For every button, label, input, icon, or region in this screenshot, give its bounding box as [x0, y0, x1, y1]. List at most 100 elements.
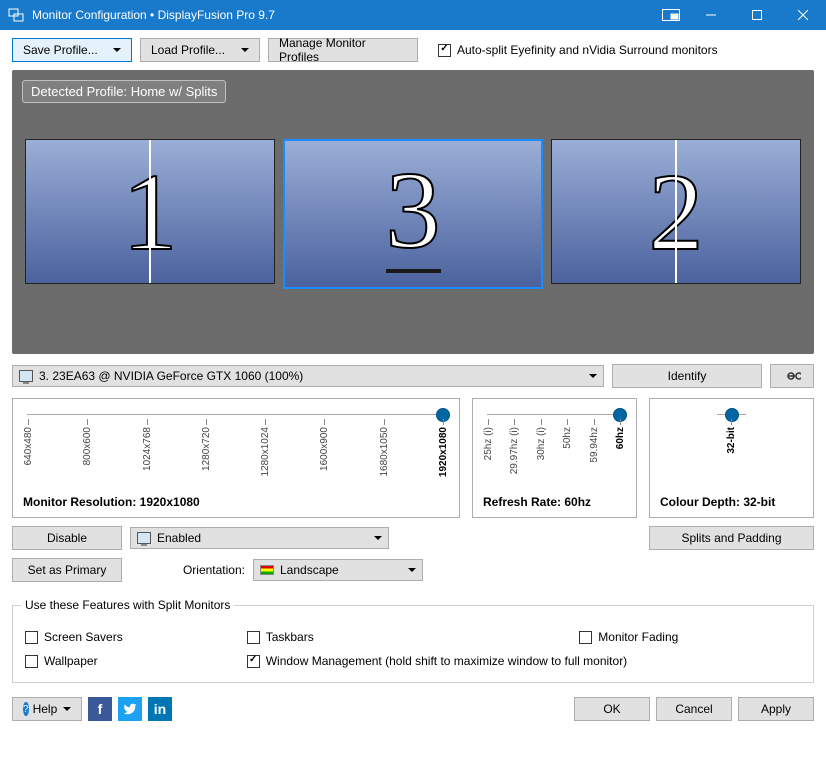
ok-button[interactable]: OK: [574, 697, 650, 721]
help-button[interactable]: ? Help: [12, 697, 82, 721]
checkbox-icon: [247, 631, 260, 644]
caret-down-icon: [63, 707, 71, 711]
settings-panels: 640x480 800x600 1024x768 1280x720 1280x1024 1…: [12, 398, 814, 518]
monitor-icon: [137, 532, 151, 544]
split-features-legend: Use these Features with Split Monitors: [21, 598, 234, 612]
slider-tick[interactable]: 59.94hz: [589, 419, 600, 489]
app-icon: [8, 7, 24, 23]
bottom-bar: ? Help f in OK Cancel Apply: [12, 697, 814, 721]
screen-savers-label: Screen Savers: [44, 630, 123, 644]
split-line: [675, 140, 677, 283]
split-line: [149, 140, 151, 283]
window-management-checkbox[interactable]: Window Management (hold shift to maximiz…: [247, 654, 801, 668]
pip-icon[interactable]: [654, 0, 688, 30]
close-button[interactable]: [780, 0, 826, 30]
enabled-value: Enabled: [157, 531, 368, 545]
slider-tick[interactable]: 25hz (i): [483, 419, 494, 489]
ok-label: OK: [603, 702, 620, 716]
caret-down-icon: [374, 536, 382, 540]
help-label: Help: [33, 702, 58, 716]
resolution-slider[interactable]: 640x480 800x600 1024x768 1280x720 1280x1024 1…: [23, 409, 449, 489]
disable-label: Disable: [47, 531, 87, 545]
refresh-panel: 25hz (i) 29.97hz (i) 30hz (i) 50hz 59.94hz 60…: [472, 398, 637, 518]
monitor-select[interactable]: 3. 23EA63 @ NVIDIA GeForce GTX 1060 (100…: [12, 365, 604, 387]
color-slider[interactable]: 32-bit: [660, 409, 803, 489]
autosplit-label: Auto-split Eyefinity and nVidia Surround…: [457, 43, 718, 57]
wallpaper-checkbox[interactable]: Wallpaper: [25, 654, 247, 668]
monitor-2[interactable]: 2: [551, 139, 801, 284]
orientation-value: Landscape: [280, 563, 402, 577]
monitor-select-row: 3. 23EA63 @ NVIDIA GeForce GTX 1060 (100…: [12, 364, 814, 388]
detected-profile-chip: Detected Profile: Home w/ Splits: [22, 80, 226, 103]
apply-label: Apply: [761, 702, 791, 716]
taskbars-checkbox[interactable]: Taskbars: [247, 630, 580, 644]
caret-down-icon: [408, 568, 416, 572]
slider-tick[interactable]: 50hz: [562, 419, 573, 489]
save-profile-button[interactable]: Save Profile...: [12, 38, 132, 62]
apply-button[interactable]: Apply: [738, 697, 814, 721]
checkbox-icon: [247, 655, 260, 668]
orientation-row: Set as Primary Orientation: Landscape: [12, 558, 814, 582]
screen-savers-checkbox[interactable]: Screen Savers: [25, 630, 247, 644]
load-profile-button[interactable]: Load Profile...: [140, 38, 260, 62]
monitor-3[interactable]: 3: [283, 139, 543, 289]
cancel-label: Cancel: [675, 702, 712, 716]
slider-tick[interactable]: 1280x1024: [260, 419, 271, 489]
splits-padding-button[interactable]: Splits and Padding: [649, 526, 814, 550]
window-management-label: Window Management (hold shift to maximiz…: [266, 654, 627, 668]
monitor-icon: [19, 370, 33, 382]
enabled-select[interactable]: Enabled: [130, 527, 389, 549]
refresh-label: Refresh Rate: 60hz: [483, 495, 626, 509]
monitor-fading-checkbox[interactable]: Monitor Fading: [579, 630, 801, 644]
monitor-layout-area: Detected Profile: Home w/ Splits 1 3 2: [12, 70, 814, 354]
disable-button[interactable]: Disable: [12, 526, 122, 550]
taskbars-label: Taskbars: [266, 630, 314, 644]
linkedin-icon[interactable]: in: [148, 697, 172, 721]
set-primary-label: Set as Primary: [28, 563, 107, 577]
load-profile-label: Load Profile...: [151, 43, 225, 57]
orientation-label: Orientation:: [130, 563, 245, 577]
maximize-button[interactable]: [734, 0, 780, 30]
slider-tick[interactable]: 30hz (i): [536, 419, 547, 489]
slider-tick[interactable]: 1920x1080: [438, 419, 449, 489]
monitor-controls-row: Disable Enabled Splits and Padding: [12, 526, 814, 550]
caret-down-icon: [589, 374, 597, 378]
titlebar: Monitor Configuration • DisplayFusion Pr…: [0, 0, 826, 30]
minimize-button[interactable]: [688, 0, 734, 30]
autosplit-checkbox[interactable]: Auto-split Eyefinity and nVidia Surround…: [438, 43, 718, 57]
link-button[interactable]: [770, 364, 814, 388]
slider-tick[interactable]: 60hz: [615, 419, 626, 489]
splits-padding-label: Splits and Padding: [681, 531, 781, 545]
manage-profiles-label: Manage Monitor Profiles: [279, 36, 407, 64]
cancel-button[interactable]: Cancel: [656, 697, 732, 721]
monitor-number: 3: [386, 155, 441, 273]
resolution-label: Monitor Resolution: 1920x1080: [23, 495, 449, 509]
twitter-icon[interactable]: [118, 697, 142, 721]
toolbar: Save Profile... Load Profile... Manage M…: [12, 38, 814, 62]
facebook-icon[interactable]: f: [88, 697, 112, 721]
landscape-icon: [260, 565, 274, 575]
split-features-fieldset: Use these Features with Split Monitors S…: [12, 598, 814, 683]
slider-tick[interactable]: 32-bit: [726, 419, 737, 489]
slider-tick[interactable]: 1280x720: [201, 419, 212, 489]
slider-tick[interactable]: 29.97hz (i): [509, 419, 520, 489]
caret-down-icon: [241, 48, 249, 52]
monitor-1[interactable]: 1: [25, 139, 275, 284]
checkbox-icon: [25, 655, 38, 668]
save-profile-label: Save Profile...: [23, 43, 98, 57]
checkbox-icon: [579, 631, 592, 644]
slider-tick[interactable]: 1024x768: [142, 419, 153, 489]
slider-tick[interactable]: 1680x1050: [379, 419, 390, 489]
orientation-select[interactable]: Landscape: [253, 559, 423, 581]
caret-down-icon: [113, 48, 121, 52]
identify-button[interactable]: Identify: [612, 364, 762, 388]
manage-profiles-button[interactable]: Manage Monitor Profiles: [268, 38, 418, 62]
color-label: Colour Depth: 32-bit: [660, 495, 803, 509]
slider-tick[interactable]: 800x600: [82, 419, 93, 489]
slider-tick[interactable]: 1600x900: [319, 419, 330, 489]
slider-tick[interactable]: 640x480: [23, 419, 34, 489]
checkbox-icon: [25, 631, 38, 644]
set-primary-button[interactable]: Set as Primary: [12, 558, 122, 582]
window-title: Monitor Configuration • DisplayFusion Pr…: [32, 8, 654, 22]
refresh-slider[interactable]: 25hz (i) 29.97hz (i) 30hz (i) 50hz 59.94hz 60…: [483, 409, 626, 489]
